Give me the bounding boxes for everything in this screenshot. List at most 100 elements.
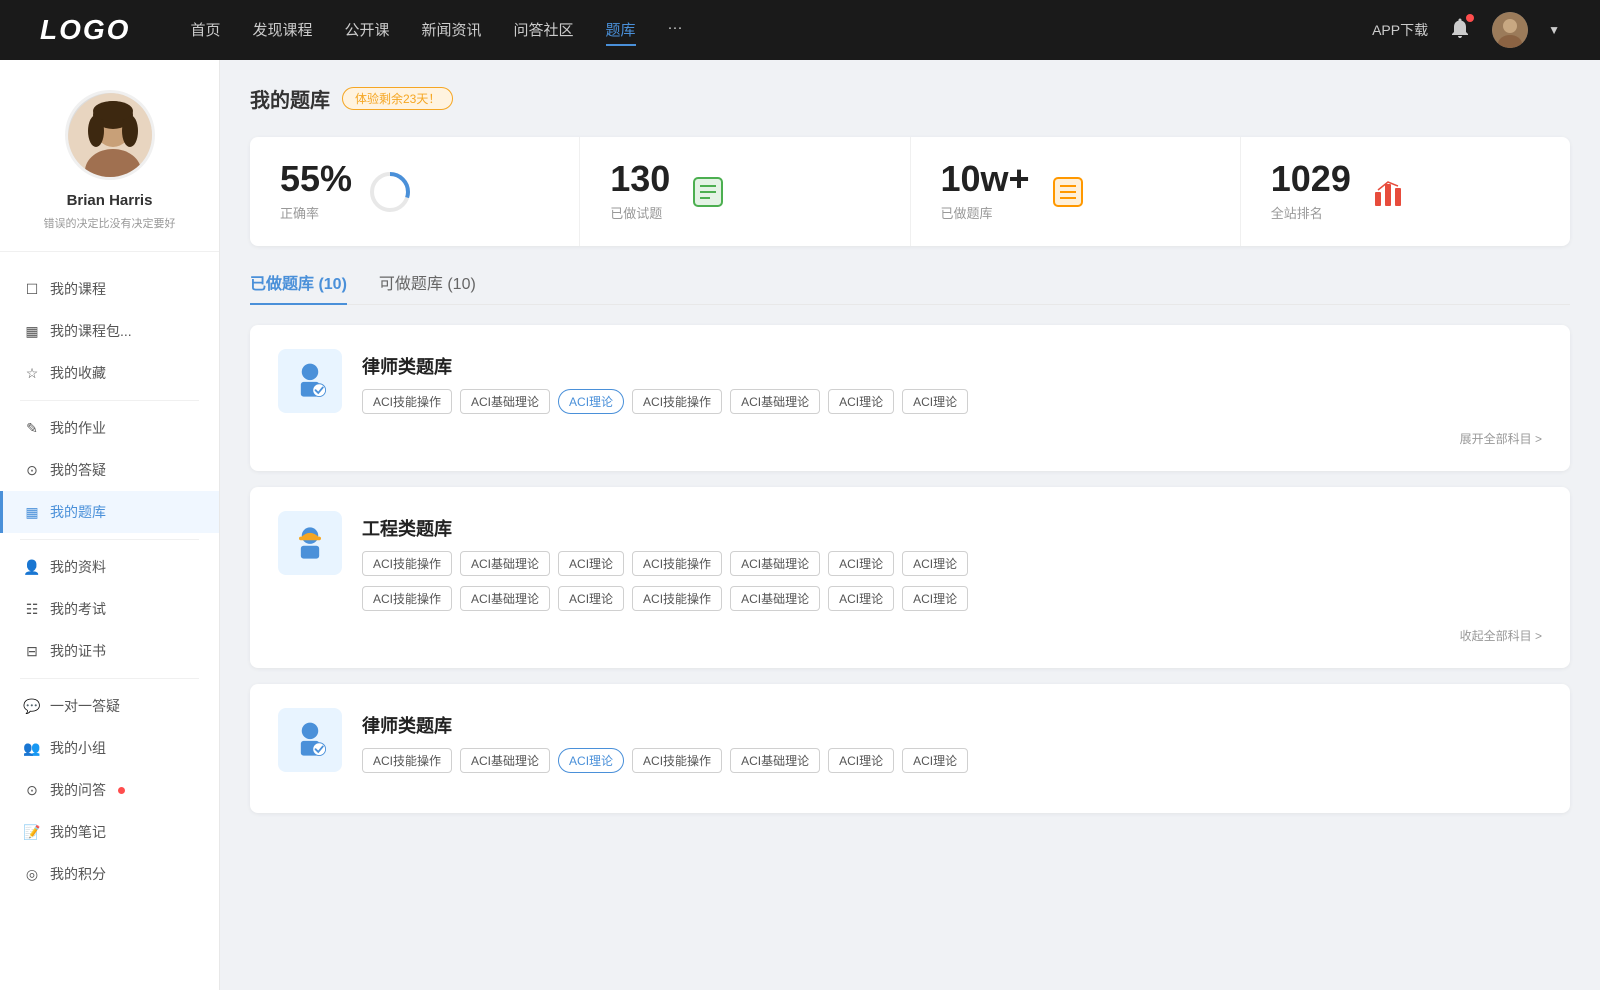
main-wrapper: Brian Harris 错误的决定比没有决定要好 ☐ 我的课程 ▦ 我的课程包… [0, 60, 1600, 990]
avatar[interactable] [1492, 12, 1528, 48]
tag-2-5[interactable]: ACI理论 [828, 551, 894, 576]
tag-3-6[interactable]: ACI理论 [902, 748, 968, 773]
tab-available[interactable]: 可做题库 (10) [379, 270, 476, 304]
banks-icon [1046, 170, 1090, 214]
content-area: 我的题库 体验剩余23天！ 55% 正确率 [220, 60, 1600, 990]
top-nav: LOGO 首页 发现课程 公开课 新闻资讯 问答社区 题库 ··· APP下载 … [0, 0, 1600, 60]
sidebar-item-qa[interactable]: ⊙ 我的答疑 [0, 449, 219, 491]
sidebar-item-notes[interactable]: 📝 我的笔记 [0, 811, 219, 853]
sidebar-item-homework[interactable]: ✎ 我的作业 [0, 407, 219, 449]
accuracy-value: 55% [280, 161, 352, 197]
app-download-button[interactable]: APP下载 [1372, 20, 1428, 40]
bank-icon-engineer [278, 511, 342, 575]
stat-rank: 1029 全站排名 [1241, 137, 1570, 246]
tag-1-0[interactable]: ACI技能操作 [362, 389, 452, 414]
nav-more[interactable]: ··· [668, 15, 683, 46]
nav-home[interactable]: 首页 [190, 15, 220, 46]
nav-right: APP下载 ▼ [1372, 12, 1560, 48]
tag-1-5[interactable]: ACI理论 [828, 389, 894, 414]
sidebar-item-courses[interactable]: ☐ 我的课程 [0, 268, 219, 310]
rank-value: 1029 [1271, 161, 1351, 197]
tag-2-8[interactable]: ACI基础理论 [460, 586, 550, 611]
notification-bell[interactable] [1448, 16, 1472, 45]
tag-1-6[interactable]: ACI理论 [902, 389, 968, 414]
sidebar-item-profile[interactable]: 👤 我的资料 [0, 546, 219, 588]
tag-3-1[interactable]: ACI基础理论 [460, 748, 550, 773]
sidebar-item-exams[interactable]: ☷ 我的考试 [0, 588, 219, 630]
rank-label: 全站排名 [1271, 203, 1351, 222]
tag-3-4[interactable]: ACI基础理论 [730, 748, 820, 773]
bank-card-1-header: 律师类题库 ACI技能操作 ACI基础理论 ACI理论 ACI技能操作 ACI基… [278, 349, 1542, 414]
bank-1-footer: 展开全部科目 > [278, 430, 1542, 447]
stat-banks-done: 10w+ 已做题库 [911, 137, 1241, 246]
avatar-dropdown-icon[interactable]: ▼ [1548, 23, 1560, 37]
sidebar-item-my-qa[interactable]: ⊙ 我的问答 [0, 769, 219, 811]
tag-2-1[interactable]: ACI基础理论 [460, 551, 550, 576]
tag-2-4[interactable]: ACI基础理论 [730, 551, 820, 576]
tag-3-5[interactable]: ACI理论 [828, 748, 894, 773]
tag-1-2[interactable]: ACI理论 [558, 389, 624, 414]
bank-1-expand-btn[interactable]: 展开全部科目 > [1460, 430, 1542, 447]
file-icon: ☐ [24, 281, 40, 297]
tag-3-3[interactable]: ACI技能操作 [632, 748, 722, 773]
page-header: 我的题库 体验剩余23天！ [250, 84, 1570, 113]
tag-2-9[interactable]: ACI理论 [558, 586, 624, 611]
nav-links: 首页 发现课程 公开课 新闻资讯 问答社区 题库 ··· [190, 15, 1372, 46]
note-icon: 📝 [24, 824, 40, 840]
nav-open-course[interactable]: 公开课 [344, 15, 389, 46]
sidebar-item-1on1[interactable]: 💬 一对一答疑 [0, 685, 219, 727]
stat-questions-done: 130 已做试题 [580, 137, 910, 246]
nav-question-bank[interactable]: 题库 [606, 15, 636, 46]
tag-2-3[interactable]: ACI技能操作 [632, 551, 722, 576]
tag-3-0[interactable]: ACI技能操作 [362, 748, 452, 773]
nav-qa[interactable]: 问答社区 [514, 15, 574, 46]
tag-3-2[interactable]: ACI理论 [558, 748, 624, 773]
sidebar-item-course-pack[interactable]: ▦ 我的课程包... [0, 310, 219, 352]
tag-1-4[interactable]: ACI基础理论 [730, 389, 820, 414]
bank-2-expand-btn[interactable]: 收起全部科目 > [1460, 627, 1542, 644]
qa-notification-dot [118, 787, 125, 794]
bank-icon-lawyer-2 [278, 708, 342, 772]
banks-value: 10w+ [941, 161, 1030, 197]
sidebar-item-certificates[interactable]: ⊟ 我的证书 [0, 630, 219, 672]
tag-2-6[interactable]: ACI理论 [902, 551, 968, 576]
divider-3 [20, 678, 199, 679]
sidebar-item-groups[interactable]: 👥 我的小组 [0, 727, 219, 769]
nav-discover[interactable]: 发现课程 [252, 15, 312, 46]
bank-3-tags: ACI技能操作 ACI基础理论 ACI理论 ACI技能操作 ACI基础理论 AC… [362, 748, 968, 773]
tab-done[interactable]: 已做题库 (10) [250, 270, 347, 304]
sidebar-item-points[interactable]: ◎ 我的积分 [0, 853, 219, 895]
bank-card-1: 律师类题库 ACI技能操作 ACI基础理论 ACI理论 ACI技能操作 ACI基… [250, 325, 1570, 471]
star-icon: ☆ [24, 365, 40, 381]
tag-2-10[interactable]: ACI技能操作 [632, 586, 722, 611]
certificate-icon: ⊟ [24, 643, 40, 659]
bank-card-2-header: 工程类题库 ACI技能操作 ACI基础理论 ACI理论 ACI技能操作 ACI基… [278, 511, 1542, 611]
tag-2-7[interactable]: ACI技能操作 [362, 586, 452, 611]
logo: LOGO [40, 14, 130, 46]
questions-value: 130 [610, 161, 670, 197]
divider-1 [20, 400, 199, 401]
nav-news[interactable]: 新闻资讯 [422, 15, 482, 46]
tag-1-3[interactable]: ACI技能操作 [632, 389, 722, 414]
tag-2-11[interactable]: ACI基础理论 [730, 586, 820, 611]
tag-2-0[interactable]: ACI技能操作 [362, 551, 452, 576]
tag-2-2[interactable]: ACI理论 [558, 551, 624, 576]
profile-avatar [65, 90, 155, 180]
grid-icon: ▦ [24, 504, 40, 520]
tag-2-12[interactable]: ACI理论 [828, 586, 894, 611]
stat-accuracy: 55% 正确率 [250, 137, 580, 246]
tag-2-13[interactable]: ACI理论 [902, 586, 968, 611]
divider-2 [20, 539, 199, 540]
profile-section: Brian Harris 错误的决定比没有决定要好 [0, 90, 219, 252]
bank-2-footer: 收起全部科目 > [278, 627, 1542, 644]
sidebar-item-favorites[interactable]: ☆ 我的收藏 [0, 352, 219, 394]
doc-icon: ☷ [24, 601, 40, 617]
sidebar-item-question-bank[interactable]: ▦ 我的题库 [0, 491, 219, 533]
tag-1-1[interactable]: ACI基础理论 [460, 389, 550, 414]
bank-2-tags-row-1: ACI技能操作 ACI基础理论 ACI理论 ACI技能操作 ACI基础理论 AC… [362, 551, 1542, 576]
rank-icon [1367, 170, 1411, 214]
bank-card-3: 律师类题库 ACI技能操作 ACI基础理论 ACI理论 ACI技能操作 ACI基… [250, 684, 1570, 813]
coin-icon: ◎ [24, 866, 40, 882]
chat-icon: 💬 [24, 698, 40, 714]
edit-icon: ✎ [24, 420, 40, 436]
